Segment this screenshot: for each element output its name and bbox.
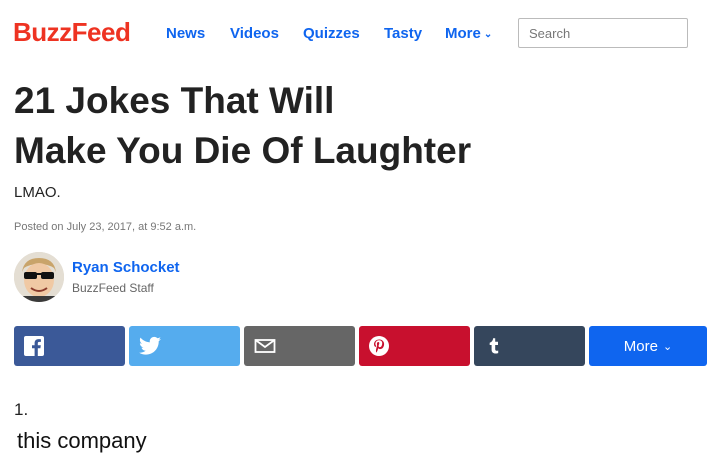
nav-news[interactable]: News [166,24,205,44]
share-pinterest-button[interactable] [359,326,470,366]
nav-more[interactable]: More ⌄ [445,24,492,45]
nav-tasty[interactable]: Tasty [384,24,422,44]
list-item-number: 1. [14,400,29,419]
email-icon [254,339,276,353]
pinterest-icon [369,336,389,356]
share-facebook-button[interactable] [14,326,125,366]
share-email-button[interactable] [244,326,355,366]
list-item-text: this company [17,428,147,453]
buzzfeed-logo[interactable]: BuzzFeed [13,15,131,49]
facebook-icon [24,336,44,356]
search-input[interactable] [518,18,688,48]
tumblr-icon [489,338,499,354]
nav-quizzes[interactable]: Quizzes [303,24,360,44]
share-twitter-button[interactable] [129,326,240,366]
share-tumblr-button[interactable] [474,326,585,366]
nav-more-label: More [445,25,481,42]
author-name[interactable]: Ryan Schocket [72,259,180,276]
posted-timestamp: Posted on July 23, 2017, at 9:52 a.m. [14,221,197,233]
article-title: 21 Jokes That Will Make You Die Of Laugh… [14,76,694,176]
article-dek: LMAO. [14,184,61,201]
share-more-label: More [623,337,658,355]
twitter-icon [139,336,161,355]
nav-videos[interactable]: Videos [230,24,279,44]
chevron-down-icon: ⌄ [662,340,673,353]
title-line-2: Make You Die Of Laughter [14,130,472,171]
chevron-down-icon: ⌄ [483,29,493,40]
share-more-button[interactable]: More ⌄ [589,326,707,366]
author-avatar[interactable] [14,252,64,302]
avatar-image [14,252,64,302]
author-role: BuzzFeed Staff [72,281,154,295]
title-line-1: 21 Jokes That Will [14,80,335,121]
site-header: BuzzFeed News Videos Quizzes Tasty More ⌄ [0,0,718,66]
